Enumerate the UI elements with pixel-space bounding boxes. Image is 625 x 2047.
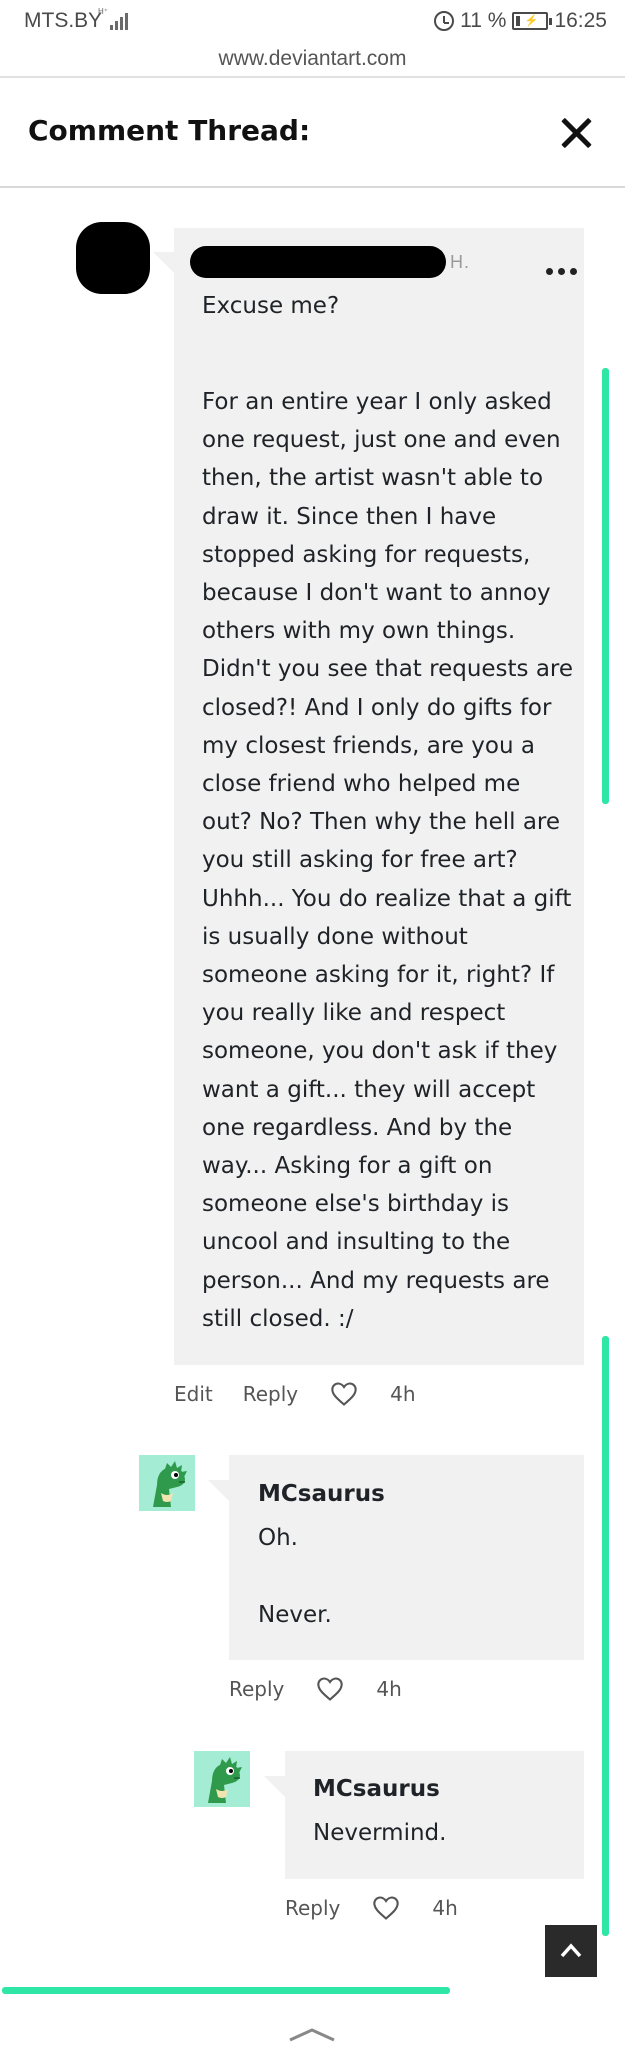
- author-suffix: H.: [450, 252, 470, 272]
- comment-time: 4h: [432, 1896, 458, 1920]
- battery-icon: ⚡: [512, 12, 553, 30]
- heart-icon[interactable]: [316, 1676, 344, 1702]
- comment-body: For an entire year I only asked one requ…: [202, 389, 574, 1332]
- page-title: Comment Thread:: [28, 114, 311, 147]
- battery-percent: 11 %: [460, 9, 507, 32]
- alarm-icon: [434, 11, 455, 31]
- close-icon[interactable]: [556, 114, 596, 154]
- thread-line-2: [602, 1336, 609, 1936]
- status-right: 11 % ⚡ 16:25: [434, 9, 607, 33]
- status-bar: MTS.BY H⁺ 11 % ⚡ 16:25: [0, 0, 625, 42]
- reply-button[interactable]: Reply: [229, 1677, 284, 1701]
- clock: 16:25: [554, 9, 607, 32]
- heart-icon[interactable]: [372, 1895, 400, 1921]
- chevron-up-icon: [560, 1943, 582, 1958]
- dino-avatar[interactable]: [139, 1455, 195, 1511]
- comment-actions: Reply 4h: [229, 1676, 402, 1702]
- bubble-tail: [208, 1480, 230, 1502]
- page-progress-bar: [2, 1987, 450, 1994]
- comment-line: Excuse me?: [202, 293, 340, 319]
- reply-button[interactable]: Reply: [285, 1896, 340, 1920]
- comment-actions: Edit Reply 4h: [174, 1381, 416, 1407]
- network-tag: H⁺: [98, 7, 108, 16]
- username[interactable]: MCsaurus: [258, 1481, 385, 1507]
- comment-line: Oh.: [258, 1525, 298, 1551]
- dino-avatar[interactable]: [194, 1751, 250, 1807]
- redacted-username: [190, 246, 446, 278]
- comment-line: Never.: [258, 1602, 332, 1628]
- thread-header: Comment Thread:: [0, 80, 625, 188]
- url-bar[interactable]: www.deviantart.com: [0, 42, 625, 78]
- comment-line: Nevermind.: [313, 1820, 447, 1846]
- bubble-tail: [153, 252, 175, 274]
- comment-time: 4h: [390, 1382, 416, 1406]
- comment-time: 4h: [376, 1677, 402, 1701]
- bubble-tail: [264, 1776, 286, 1798]
- avatar[interactable]: [76, 222, 150, 294]
- thread-line-1: [602, 368, 609, 804]
- edit-button[interactable]: Edit: [174, 1382, 213, 1406]
- back-to-top-button[interactable]: [545, 1925, 597, 1977]
- heart-icon[interactable]: [330, 1381, 358, 1407]
- signal-icon: [108, 10, 132, 30]
- chevron-up-icon[interactable]: [288, 2026, 336, 2042]
- comment-actions: Reply 4h: [285, 1895, 458, 1921]
- more-icon[interactable]: [544, 268, 580, 276]
- reply-button[interactable]: Reply: [243, 1382, 298, 1406]
- username[interactable]: MCsaurus: [313, 1776, 440, 1802]
- carrier-name: MTS.BY: [24, 9, 103, 32]
